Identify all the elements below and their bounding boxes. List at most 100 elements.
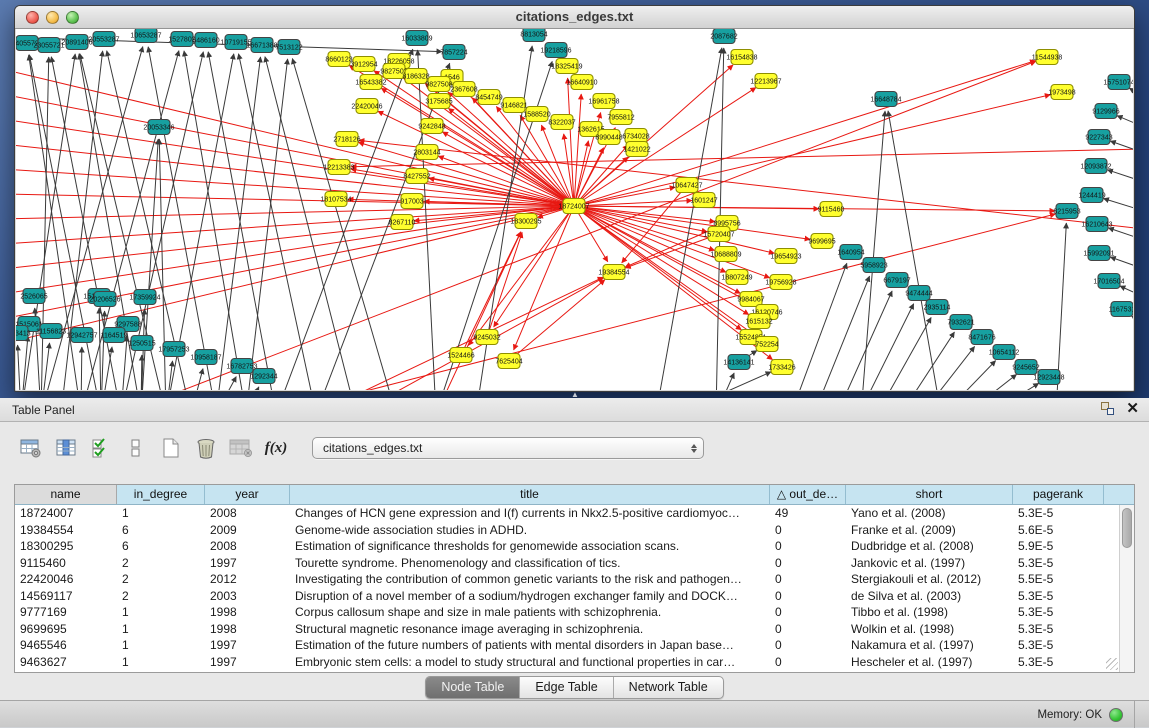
graph-node[interactable]: 16648784 — [870, 92, 901, 107]
graph-node[interactable]: 3175685 — [425, 94, 452, 109]
graph-node[interactable]: 2803144 — [413, 145, 440, 160]
graph-node[interactable]: 1733426 — [768, 360, 795, 375]
graph-node[interactable]: 10653287 — [130, 29, 161, 43]
network-table-selector[interactable]: citations_edges.txt — [312, 437, 704, 459]
graph-edge[interactable] — [18, 345, 21, 390]
graph-edge[interactable] — [574, 206, 1055, 211]
graph-node[interactable]: 7955812 — [607, 110, 634, 125]
graph-node[interactable]: 1167531 — [1109, 302, 1133, 317]
graph-node[interactable]: 12093872 — [1080, 159, 1111, 174]
graph-node[interactable]: 12942757 — [66, 328, 97, 343]
graph-node[interactable]: 7513122 — [275, 40, 302, 55]
graph-edge[interactable] — [1103, 199, 1133, 211]
column-header-pagerank[interactable]: pagerank — [1013, 485, 1104, 504]
graph-edge[interactable] — [1107, 170, 1133, 182]
graph-node[interactable]: 8813054 — [520, 29, 547, 42]
graph-node[interactable]: 7625404 — [495, 354, 522, 369]
graph-node[interactable]: 8267110 — [389, 215, 416, 230]
graph-node[interactable]: 9242848 — [418, 119, 445, 134]
graph-edge[interactable] — [16, 194, 574, 206]
graph-node[interactable]: 8322037 — [548, 115, 575, 130]
graph-edge[interactable] — [814, 276, 870, 390]
graph-edge[interactable] — [121, 336, 127, 390]
column-header-year[interactable]: year — [205, 485, 290, 504]
graph-edge[interactable] — [989, 383, 1039, 390]
graph-node[interactable]: 9827508 — [425, 77, 452, 92]
graph-edge[interactable] — [1056, 223, 1066, 390]
graph-edge[interactable] — [41, 57, 49, 390]
graph-node[interactable]: 10647427 — [671, 178, 702, 193]
graph-node[interactable]: 6486160 — [192, 33, 219, 48]
table-row[interactable]: 946554611997Estimation of the future num… — [15, 637, 1134, 654]
table-row[interactable]: 1938455462009Genome-wide association stu… — [15, 522, 1134, 539]
graph-node[interactable]: 10654112 — [989, 345, 1020, 360]
graph-node[interactable]: 12923448 — [1033, 370, 1064, 385]
graph-node[interactable]: 7857224 — [440, 45, 467, 60]
graph-node[interactable]: 2367608 — [450, 82, 477, 97]
graph-node[interactable]: 1250515 — [128, 336, 155, 351]
graph-node[interactable]: 16671388 — [246, 38, 277, 53]
graph-node[interactable]: 1524466 — [447, 348, 474, 363]
close-panel-icon[interactable]: ✕ — [1126, 401, 1139, 417]
graph-node[interactable]: 10958187 — [190, 350, 221, 365]
graph-node[interactable]: 2935114 — [924, 300, 951, 315]
table-row[interactable]: 911546021997Tourette syndrome. Phenomeno… — [15, 555, 1134, 572]
graph-node[interactable]: 18300295 — [510, 214, 541, 229]
graph-node[interactable]: 17957253 — [158, 342, 189, 357]
function-builder-icon[interactable]: f(x) — [263, 436, 289, 460]
graph-node[interactable]: 1588520 — [523, 107, 550, 122]
graph-node[interactable]: 1164519 — [101, 328, 128, 343]
graph-node[interactable]: 14136141 — [723, 355, 754, 370]
graph-node[interactable]: 11544938 — [1032, 50, 1063, 65]
graph-node[interactable]: 11156823 — [36, 324, 66, 339]
graph-node[interactable]: 9115460 — [818, 202, 845, 217]
graph-node[interactable]: 18724007 — [558, 199, 589, 214]
graph-node[interactable]: 18325419 — [551, 59, 582, 74]
graph-node[interactable]: 17359924 — [129, 290, 160, 305]
graph-node[interactable]: 16961758 — [588, 94, 619, 109]
graph-edge[interactable] — [216, 57, 261, 390]
table-vertical-scrollbar[interactable] — [1119, 505, 1134, 672]
graph-edge[interactable] — [716, 373, 734, 390]
graph-edge[interactable] — [676, 372, 771, 390]
resize-grip-icon[interactable] — [1106, 658, 1118, 670]
graph-edge[interactable] — [184, 51, 246, 390]
graph-node[interactable]: 1615132 — [745, 314, 772, 329]
graph-edge[interactable] — [16, 119, 574, 206]
graph-node[interactable]: 1292344 — [250, 369, 277, 384]
graph-node[interactable]: 17016504 — [1093, 274, 1124, 289]
graph-node[interactable]: 19384554 — [598, 265, 629, 280]
graph-node[interactable]: 23055721 — [33, 38, 64, 53]
graph-node[interactable]: 18807249 — [721, 270, 752, 285]
graph-node[interactable]: 6679197 — [883, 273, 910, 288]
graph-node[interactable]: 16033809 — [401, 31, 432, 46]
graph-node[interactable]: 9129966 — [1092, 104, 1119, 119]
graph-edge[interactable] — [1132, 316, 1133, 325]
graph-node[interactable]: 16154838 — [726, 50, 757, 65]
graph-node[interactable]: 9245032 — [473, 330, 500, 345]
graph-edge[interactable] — [791, 263, 847, 390]
table-row[interactable]: 969969511998Structural magnetic resonanc… — [15, 621, 1134, 638]
graph-node[interactable]: 1601247 — [690, 193, 717, 208]
table-row[interactable]: 977716911998Corpus callosum shape and si… — [15, 604, 1134, 621]
graph-edge[interactable] — [1129, 88, 1133, 97]
graph-edge[interactable] — [16, 206, 574, 244]
show-column-icon[interactable] — [53, 436, 79, 460]
graph-node[interactable]: 2718126 — [333, 132, 360, 147]
graph-node[interactable]: 8454749 — [475, 90, 502, 105]
table-row[interactable]: 946362711997Embryonic stem cells: a mode… — [15, 654, 1134, 671]
table-row[interactable]: 1872400712008Changes of HCN gene express… — [15, 505, 1134, 522]
graph-edge[interactable] — [141, 355, 142, 390]
clear-selection-icon[interactable] — [123, 436, 149, 460]
graph-edge[interactable] — [877, 317, 931, 390]
graph-edge[interactable] — [246, 59, 288, 390]
network-view-window[interactable]: citations_edges.txt 18724007183002951938… — [14, 5, 1135, 392]
graph-node[interactable]: 20553287 — [88, 32, 119, 47]
graph-node[interactable]: 1421022 — [623, 142, 650, 157]
select-all-icon[interactable] — [88, 436, 114, 460]
graph-edge[interactable] — [1108, 228, 1133, 240]
column-header-name[interactable]: name — [15, 485, 117, 504]
graph-node[interactable]: 8427552 — [403, 169, 430, 184]
column-header-in_degree[interactable]: in_degree — [117, 485, 205, 504]
column-header-short[interactable]: short — [846, 485, 1013, 504]
